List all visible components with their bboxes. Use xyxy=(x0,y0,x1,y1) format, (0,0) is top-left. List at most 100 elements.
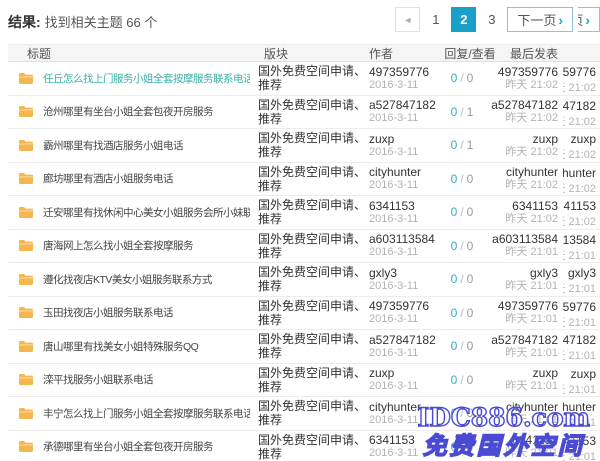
lastpost-author-link[interactable]: gxly3 xyxy=(530,266,558,280)
topic-title[interactable]: 丰宁怎么找上门服务小姐全套按摩服务联系电话 xyxy=(43,406,250,421)
topic-title[interactable]: 迁安哪里有找休闲中心美女小姐服务会所小妹联系方式 xyxy=(43,205,250,220)
topic-title[interactable]: 唐山哪里有找美女小姐特殊服务QQ xyxy=(43,339,198,354)
lastpost-time-copy: 昨天 21:01 xyxy=(563,347,596,363)
post-date: 2016-3-11 xyxy=(369,347,440,360)
forum-link-line2[interactable]: 推荐 xyxy=(258,380,369,394)
author-link[interactable]: a527847182 xyxy=(369,98,440,112)
topic-title[interactable]: 霸州哪里有找酒店服务小姐电话 xyxy=(43,138,183,153)
table-header-row: 标题 版块 作者 回复/查看 最后发表 最后发表 xyxy=(8,44,600,62)
title-cell: 沧州哪里有坐台小姐全套包夜开房服务 xyxy=(8,96,250,129)
lastpost-time-copy: 昨天 21:02 xyxy=(563,213,596,229)
author-link[interactable]: 6341153 xyxy=(369,199,440,213)
forum-link[interactable]: 国外免费空间申请、 xyxy=(258,332,369,346)
forum-link-line2[interactable]: 推荐 xyxy=(258,313,369,327)
post-date: 2016-3-11 xyxy=(369,313,440,326)
page-button-2-active[interactable]: 2 xyxy=(451,7,476,32)
forum-link[interactable]: 国外免费空间申请、 xyxy=(258,433,369,447)
lastpost-duplicate-clipped: 497359776 昨天 21:02 xyxy=(563,62,600,95)
author-link[interactable]: a603113584 xyxy=(369,232,440,246)
lastpost-time-copy: 昨天 21:02 xyxy=(563,180,596,196)
topic-title[interactable]: 玉田找夜店小姐服务联系电话 xyxy=(43,305,173,320)
table-row: 迁安哪里有找休闲中心美女小姐服务会所小妹联系方式 国外免费空间申请、 推荐 63… xyxy=(8,196,600,230)
author-link[interactable]: cityhunter xyxy=(369,165,440,179)
forum-link-line2[interactable]: 推荐 xyxy=(258,145,369,159)
lastpost-author-link[interactable]: a527847182 xyxy=(491,98,558,112)
author-link[interactable]: zuxp xyxy=(369,132,440,146)
forum-link-line2[interactable]: 推荐 xyxy=(258,413,369,427)
lastpost-time: 昨天 21:02 xyxy=(505,146,558,159)
forum-link-line2[interactable]: 推荐 xyxy=(258,179,369,193)
author-link[interactable]: 497359776 xyxy=(369,65,440,79)
topic-title[interactable]: 遵化找夜店KTV美女小姐服务联系方式 xyxy=(43,272,212,287)
forum-link[interactable]: 国外免费空间申请、 xyxy=(258,399,369,413)
page-button-1[interactable]: 1 xyxy=(423,7,448,32)
view-count: 0 xyxy=(467,306,474,320)
author-link[interactable]: a527847182 xyxy=(369,333,440,347)
lastpost-cell: 497359776 昨天 21:01 xyxy=(484,297,563,330)
reply-count: 0 xyxy=(451,373,458,387)
lastpost-cell: cityhunter 昨天 21:01 xyxy=(484,397,563,430)
topic-title[interactable]: 唐海网上怎么找小姐全套按摩服务 xyxy=(43,238,193,253)
forum-link[interactable]: 国外免费空间申请、 xyxy=(258,265,369,279)
lastpost-duplicate-clipped: cityhunter 昨天 21:01 xyxy=(563,397,600,430)
lastpost-author-link[interactable]: 497359776 xyxy=(498,65,558,79)
next-page-label: 下一页 xyxy=(517,10,556,29)
reply-separator: / xyxy=(460,105,463,119)
lastpost-time: 昨天 21:01 xyxy=(505,447,558,460)
lastpost-cell: gxly3 昨天 21:01 xyxy=(484,263,563,296)
lastpost-author-link[interactable]: 497359776 xyxy=(498,299,558,313)
header-title: 标题 xyxy=(8,45,250,62)
forum-link-line2[interactable]: 推荐 xyxy=(258,212,369,226)
topic-title[interactable]: 滦平找服务小姐联系电话 xyxy=(43,372,153,387)
lastpost-author-copy: zuxp xyxy=(571,367,596,381)
forum-cell: 国外免费空间申请、 推荐 xyxy=(250,397,369,430)
next-page-button[interactable]: 下一页› xyxy=(507,7,573,32)
topic-title[interactable]: 任丘怎么找上门服务小姐全套按摩服务联系电话 xyxy=(43,71,250,86)
forum-link-line2[interactable]: 推荐 xyxy=(258,78,369,92)
lastpost-author-link[interactable]: zuxp xyxy=(533,132,558,146)
author-link[interactable]: 497359776 xyxy=(369,299,440,313)
lastpost-author-link[interactable]: cityhunter xyxy=(506,165,558,179)
forum-link-line2[interactable]: 推荐 xyxy=(258,447,369,461)
post-date: 2016-3-11 xyxy=(369,179,440,192)
forum-link[interactable]: 国外免费空间申请、 xyxy=(258,299,369,313)
reply-count: 0 xyxy=(451,239,458,253)
forum-link-line2[interactable]: 推荐 xyxy=(258,112,369,126)
lastpost-author-link[interactable]: a603113584 xyxy=(492,232,558,246)
topic-title[interactable]: 廊坊哪里有酒店小姐服务电话 xyxy=(43,171,173,186)
next-page-button-copy[interactable]: 下一页› xyxy=(578,7,600,32)
lastpost-author-link[interactable]: 6341153 xyxy=(512,433,558,447)
lastpost-author-link[interactable]: cityhunter xyxy=(506,400,558,414)
lastpost-author-link[interactable]: zuxp xyxy=(533,366,558,380)
forum-cell: 国外免费空间申请、 推荐 xyxy=(250,263,369,296)
page-button-3[interactable]: 3 xyxy=(479,7,504,32)
forum-link[interactable]: 国外免费空间申请、 xyxy=(258,64,369,78)
title-cell: 承德哪里有坐台小姐全套包夜开房服务 xyxy=(8,431,250,461)
post-date: 2016-3-11 xyxy=(369,414,440,427)
forum-link-line2[interactable]: 推荐 xyxy=(258,279,369,293)
prev-page-button[interactable]: ◄ xyxy=(395,7,420,32)
forum-link[interactable]: 国外免费空间申请、 xyxy=(258,98,369,112)
forum-link-line2[interactable]: 推荐 xyxy=(258,346,369,360)
table-row: 唐海网上怎么找小姐全套按摩服务 国外免费空间申请、 推荐 a603113584 … xyxy=(8,230,600,264)
search-results-page: 结果:找到相关主题 66 个 ◄ 1 2 3 下一页› 下一页› 标题 版块 作… xyxy=(0,0,600,461)
lastpost-author-link[interactable]: a527847182 xyxy=(491,333,558,347)
forum-cell: 国外免费空间申请、 推荐 xyxy=(250,163,369,196)
author-link[interactable]: zuxp xyxy=(369,366,440,380)
author-link[interactable]: cityhunter xyxy=(369,400,440,414)
author-link[interactable]: gxly3 xyxy=(369,266,440,280)
view-count: 0 xyxy=(467,373,474,387)
forum-link[interactable]: 国外免费空间申请、 xyxy=(258,198,369,212)
author-link[interactable]: 6341153 xyxy=(369,433,440,447)
forum-link[interactable]: 国外免费空间申请、 xyxy=(258,165,369,179)
forum-link[interactable]: 国外免费空间申请、 xyxy=(258,232,369,246)
folder-icon xyxy=(18,172,34,185)
forum-link[interactable]: 国外免费空间申请、 xyxy=(258,366,369,380)
topic-title[interactable]: 沧州哪里有坐台小姐全套包夜开房服务 xyxy=(43,104,213,119)
forum-link[interactable]: 国外免费空间申请、 xyxy=(258,131,369,145)
lastpost-time: 昨天 21:01 xyxy=(505,347,558,360)
topic-title[interactable]: 承德哪里有坐台小姐全套包夜开房服务 xyxy=(43,439,213,454)
forum-link-line2[interactable]: 推荐 xyxy=(258,246,369,260)
lastpost-author-link[interactable]: 6341153 xyxy=(512,199,558,213)
replies-cell: 0 / 0 xyxy=(440,330,484,363)
